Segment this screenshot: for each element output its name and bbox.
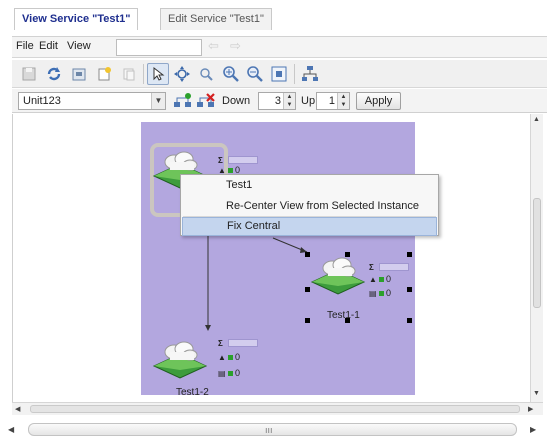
selection-handle[interactable] — [407, 287, 412, 292]
scroll-left-icon[interactable]: ◀ — [15, 405, 20, 413]
down-label: Down — [222, 95, 251, 107]
back-arrow-icon[interactable]: ⇦ — [208, 38, 219, 54]
node-stats: Σ ▲ 0 — [218, 155, 260, 175]
node-stats: Σ ▲ 0 ▤ 0 — [218, 338, 260, 378]
add-relation-icon[interactable] — [172, 90, 194, 112]
alarm-icon: ▲ — [218, 352, 226, 362]
selection-handle[interactable] — [305, 287, 310, 292]
selection-handle[interactable] — [305, 318, 310, 323]
toolbar-separator — [294, 64, 295, 84]
context-menu-item-instance[interactable]: Test1 — [182, 176, 437, 195]
node-label[interactable]: Test1-1 — [327, 310, 360, 321]
instance-select[interactable]: Unit123 ▼ — [18, 92, 166, 110]
status-indicator — [228, 354, 233, 360]
stat-value: 0 — [235, 368, 241, 378]
sum-icon: Σ — [369, 262, 374, 272]
toolbar — [12, 60, 547, 88]
horizontal-scrollbar[interactable]: ◀ ▶ — [12, 402, 543, 415]
forward-arrow-icon[interactable]: ⇨ — [230, 38, 241, 54]
stat-bar — [228, 339, 258, 347]
menu-view[interactable]: View — [67, 40, 91, 52]
stat-value: 0 — [386, 274, 392, 284]
table-icon: ▤ — [218, 368, 226, 378]
tab-view-service[interactable]: View Service "Test1" — [14, 8, 139, 30]
status-indicator — [379, 290, 384, 296]
stat-bar — [228, 156, 258, 164]
selection-handle[interactable] — [345, 252, 350, 257]
stat-bar — [379, 263, 409, 271]
scroll-right-icon[interactable]: ▶ — [530, 425, 536, 434]
table-icon: ▤ — [369, 288, 377, 298]
node-server-icon[interactable] — [310, 256, 366, 296]
menu-file[interactable]: File — [16, 40, 34, 52]
up-stepper[interactable]: 1 ▲ ▼ — [316, 92, 350, 110]
selection-handle[interactable] — [407, 318, 412, 323]
save-icon[interactable] — [18, 63, 40, 85]
scroll-left-icon[interactable]: ◀ — [8, 425, 14, 434]
zoom-region-icon[interactable] — [195, 63, 217, 85]
remove-relation-icon[interactable] — [195, 90, 217, 112]
apply-button[interactable]: Apply — [356, 92, 401, 110]
stepper-arrows-icon[interactable]: ▲ ▼ — [337, 93, 349, 109]
alarm-icon: ▲ — [369, 274, 377, 284]
scroll-thumb[interactable]: ııı — [28, 423, 517, 436]
copy-icon[interactable] — [118, 63, 140, 85]
chevron-down-icon[interactable]: ▼ — [151, 93, 165, 109]
down-value: 3 — [274, 95, 281, 107]
zoom-out-icon[interactable] — [244, 63, 266, 85]
context-menu-item-recenter[interactable]: Re-Center View from Selected Instance — [182, 197, 437, 216]
down-stepper[interactable]: 3 ▲ ▼ — [258, 92, 296, 110]
sum-icon: Σ — [218, 338, 223, 348]
node-stats: Σ ▲ 0 ▤ 0 — [369, 262, 411, 298]
grip-icon: ııı — [265, 425, 273, 435]
scroll-thumb[interactable] — [533, 198, 541, 308]
select-pointer-icon[interactable] — [147, 63, 169, 85]
context-menu-item-fix-central[interactable]: Fix Central — [182, 217, 437, 236]
tab-edit-service[interactable]: Edit Service "Test1" — [160, 8, 272, 30]
up-label: Up — [301, 95, 316, 107]
menu-edit[interactable]: Edit — [39, 40, 58, 52]
connector-arrowhead — [205, 325, 211, 331]
selection-handle[interactable] — [305, 252, 310, 257]
refresh-icon[interactable] — [43, 63, 65, 85]
node-server-icon[interactable] — [152, 340, 208, 380]
stat-value: 0 — [386, 288, 392, 298]
context-menu: Test1 Re-Center View from Selected Insta… — [180, 174, 439, 236]
new-instance-icon[interactable] — [93, 63, 115, 85]
instance-select-value: Unit123 — [23, 95, 61, 107]
selection-handle[interactable] — [407, 252, 412, 257]
scroll-down-icon[interactable]: ▼ — [533, 390, 540, 397]
menu-search-input[interactable] — [116, 39, 202, 56]
vertical-scrollbar[interactable]: ▲ ▼ — [530, 114, 543, 402]
scroll-right-icon[interactable]: ▶ — [528, 405, 533, 413]
tab-bar: View Service "Test1" Edit Service "Test1… — [0, 0, 551, 34]
scroll-thumb[interactable] — [30, 405, 520, 413]
status-indicator — [228, 370, 233, 376]
pan-icon[interactable] — [171, 63, 193, 85]
stepper-arrows-icon[interactable]: ▲ ▼ — [283, 93, 295, 109]
sum-icon: Σ — [218, 155, 223, 165]
up-value: 1 — [328, 95, 335, 107]
zoom-in-icon[interactable] — [220, 63, 242, 85]
filter-bar: Unit123 ▼ Down 3 ▲ ▼ Up 1 ▲ ▼ Apply — [12, 89, 547, 113]
page-horizontal-scrollbar[interactable]: ◀ ııı ▶ — [0, 420, 551, 442]
status-indicator — [379, 276, 384, 282]
toolbar-separator — [143, 64, 144, 84]
fit-view-icon[interactable] — [268, 63, 290, 85]
status-indicator — [228, 167, 233, 173]
node-label[interactable]: Test1-2 — [176, 387, 209, 398]
menu-bar: File Edit View ⇦ ⇨ — [12, 36, 547, 58]
hierarchy-icon[interactable] — [299, 63, 321, 85]
stat-value: 0 — [235, 352, 241, 362]
scroll-up-icon[interactable]: ▲ — [533, 116, 540, 123]
export-icon[interactable] — [68, 63, 90, 85]
selection-handle[interactable] — [345, 318, 350, 323]
